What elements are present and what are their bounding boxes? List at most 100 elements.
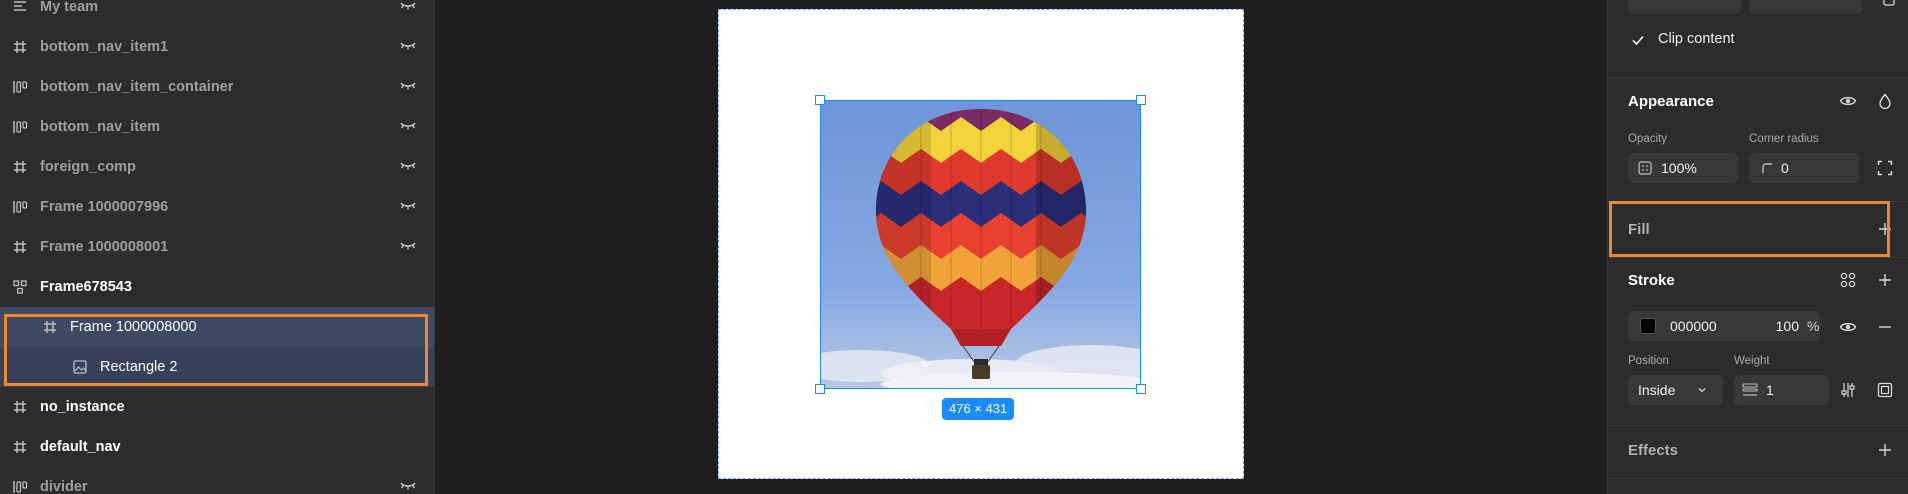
stroke-weight-icon: [1742, 383, 1758, 397]
add-stroke-icon[interactable]: [1875, 270, 1895, 290]
eye-closed-icon[interactable]: [399, 0, 417, 13]
styles-grid-icon[interactable]: [1838, 270, 1858, 290]
corner-radius-field[interactable]: 0: [1749, 153, 1859, 183]
eye-closed-icon[interactable]: [399, 119, 417, 133]
frame-hash-icon: [10, 37, 30, 57]
layer-row-foreign-comp[interactable]: foreign_comp: [0, 147, 434, 187]
stroke-color-hex: 000000: [1670, 318, 1717, 334]
layer-label: Frame 1000008000: [70, 319, 197, 335]
eye-closed-icon[interactable]: [399, 239, 417, 253]
layer-row-frame-1000008001[interactable]: Frame 1000008001: [0, 227, 434, 267]
layer-row-divider[interactable]: divider: [0, 467, 434, 494]
width-field[interactable]: [1628, 0, 1741, 14]
stroke-position-select[interactable]: Inside: [1628, 375, 1723, 405]
eye-closed-icon[interactable]: [399, 199, 417, 213]
drop-icon[interactable]: [1875, 91, 1895, 111]
layer-label: no_instance: [40, 399, 125, 415]
eye-icon[interactable]: [1838, 91, 1858, 111]
chevron-down-icon: [1696, 384, 1708, 396]
resize-handle-top-left[interactable]: [815, 95, 825, 105]
weight-label: Weight: [1734, 355, 1770, 367]
remove-stroke-icon[interactable]: [1875, 317, 1895, 337]
opacity-label: Opacity: [1628, 133, 1667, 145]
layer-label: Frame 1000007996: [40, 199, 169, 215]
appearance-title: Appearance: [1628, 93, 1714, 110]
stroke-title: Stroke: [1628, 272, 1675, 289]
frame-hash-icon: [40, 317, 60, 337]
corner-radius-icon: [1761, 162, 1773, 174]
component-icon: [10, 277, 30, 297]
stroke-weight-field[interactable]: 1: [1734, 375, 1829, 405]
layer-row-bottom-nav-item1[interactable]: bottom_nav_item1: [0, 27, 434, 67]
layer-label: Frame 1000008001: [40, 239, 169, 255]
layer-label: bottom_nav_item: [40, 119, 161, 135]
section-divider: [1608, 478, 1908, 479]
eye-icon[interactable]: [1838, 317, 1858, 337]
section-divider: [1608, 257, 1908, 258]
eye-closed-icon[interactable]: [399, 159, 417, 173]
opacity-grid-icon: [1638, 161, 1652, 175]
section-divider: [1608, 201, 1908, 202]
stroke-position-value: Inside: [1638, 382, 1676, 398]
layer-label: default_nav: [40, 439, 121, 455]
layer-row-bottom-nav-item-container[interactable]: bottom_nav_item_container: [0, 67, 434, 107]
auto-layout-icon: [10, 197, 30, 217]
add-effect-icon[interactable]: [1875, 440, 1895, 460]
layer-row-bottom-nav-item[interactable]: bottom_nav_item: [0, 107, 434, 147]
resize-handle-top-right[interactable]: [1136, 95, 1146, 105]
position-label: Position: [1628, 355, 1669, 367]
percent-unit: %: [1807, 318, 1820, 334]
eye-closed-icon[interactable]: [399, 39, 417, 53]
clip-content-label: Clip content: [1658, 31, 1735, 47]
properties-panel: Clip content Appearance Opacity Corner r…: [1607, 0, 1908, 494]
stroke-color-field[interactable]: 000000 100 %: [1628, 311, 1820, 341]
constrain-icon[interactable]: [1879, 0, 1899, 10]
checkmark-icon[interactable]: [1628, 30, 1648, 50]
stroke-settings-icon[interactable]: [1838, 380, 1858, 400]
auto-layout-icon: [10, 117, 30, 137]
layer-label: foreign_comp: [40, 159, 136, 175]
add-fill-icon[interactable]: [1875, 219, 1895, 239]
layer-label: My team: [40, 0, 99, 15]
corner-radius-value: 0: [1781, 160, 1789, 176]
auto-layout-icon: [10, 77, 30, 97]
hot-air-balloon-photo: [821, 101, 1140, 388]
layer-row-default-nav[interactable]: default_nav: [0, 427, 434, 467]
canvas[interactable]: 476 × 431: [435, 0, 1607, 494]
resize-handle-bottom-right[interactable]: [1136, 384, 1146, 394]
effects-title: Effects: [1628, 442, 1679, 459]
frame-hash-icon: [10, 157, 30, 177]
layer-label: bottom_nav_item1: [40, 39, 169, 55]
layer-row-frame-1000008000[interactable]: Frame 1000008000: [0, 307, 434, 347]
resize-handle-bottom-left[interactable]: [815, 384, 825, 394]
corner-radius-label: Corner radius: [1749, 133, 1819, 145]
opacity-value: 100%: [1661, 160, 1697, 176]
layer-label: bottom_nav_item_container: [40, 79, 234, 95]
layer-row-my-team[interactable]: My team: [0, 0, 434, 27]
stroke-opacity-value: 100: [1775, 318, 1799, 334]
image-icon: [70, 357, 90, 377]
fill-title: Fill: [1628, 221, 1650, 238]
layer-row-rectangle-2[interactable]: Rectangle 2: [0, 347, 434, 387]
section-divider: [1608, 425, 1908, 426]
stroke-sides-icon[interactable]: [1875, 380, 1895, 400]
height-field[interactable]: [1749, 0, 1862, 14]
layer-label: Rectangle 2: [100, 359, 178, 375]
stroke-weight-value: 1: [1766, 382, 1774, 398]
layers-panel: My team bottom_nav_item1 bottom_nav_item…: [0, 0, 435, 494]
layer-row-no-instance[interactable]: no_instance: [0, 387, 434, 427]
layer-label: divider: [40, 479, 88, 494]
dimensions-badge: 476 × 431: [942, 398, 1015, 420]
text-align-icon: [10, 0, 30, 17]
eye-closed-icon[interactable]: [399, 479, 417, 493]
balloon-image[interactable]: [820, 100, 1141, 389]
layer-row-frame-1000007996[interactable]: Frame 1000007996: [0, 187, 434, 227]
frame-hash-icon: [10, 397, 30, 417]
eye-closed-icon[interactable]: [399, 79, 417, 93]
stroke-color-swatch[interactable]: [1640, 318, 1656, 334]
layer-row-frame678543[interactable]: Frame678543: [0, 267, 434, 307]
independent-corners-icon[interactable]: [1875, 158, 1895, 178]
layer-label: Frame678543: [40, 279, 132, 295]
opacity-field[interactable]: 100%: [1628, 153, 1738, 183]
frame-hash-icon: [10, 437, 30, 457]
